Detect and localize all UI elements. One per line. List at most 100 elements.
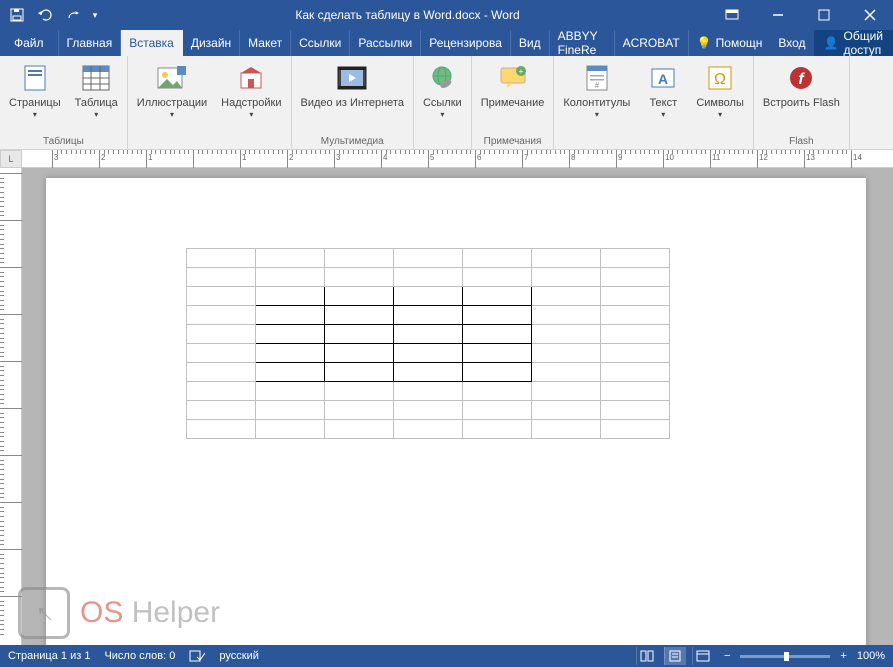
tab-home[interactable]: Главная [59,30,122,56]
share-button[interactable]: 👤Общий доступ [814,30,893,56]
table-cell[interactable] [601,363,670,382]
tab-design[interactable]: Дизайн [183,30,240,56]
table-cell[interactable] [256,344,325,363]
table-cell[interactable] [256,401,325,420]
table-cell[interactable] [532,420,601,439]
table-cell[interactable] [325,249,394,268]
table-cell[interactable] [463,249,532,268]
table-cell[interactable] [394,325,463,344]
status-language[interactable]: русский [219,650,258,662]
table-cell[interactable] [601,306,670,325]
table-cell[interactable] [256,268,325,287]
table-cell[interactable] [532,325,601,344]
table-cell[interactable] [394,306,463,325]
table-cell[interactable] [325,420,394,439]
links-button[interactable]: Ссылки▾ [417,58,468,123]
document-page[interactable] [46,178,866,645]
table-cell[interactable] [187,382,256,401]
table-cell[interactable] [463,401,532,420]
table-cell[interactable] [532,382,601,401]
table-cell[interactable] [325,306,394,325]
tab-acrobat[interactable]: ACROBAT [615,30,689,56]
table-cell[interactable] [187,363,256,382]
zoom-in-button[interactable]: + [836,650,850,662]
table-cell[interactable] [601,287,670,306]
table-cell[interactable] [532,344,601,363]
document-workspace[interactable] [22,168,893,645]
table-cell[interactable] [187,344,256,363]
table-cell[interactable] [187,325,256,344]
table-cell[interactable] [463,363,532,382]
tab-references[interactable]: Ссылки [291,30,350,56]
table-cell[interactable] [394,401,463,420]
table-cell[interactable] [394,249,463,268]
table-cell[interactable] [325,363,394,382]
zoom-slider[interactable] [740,655,830,658]
table-cell[interactable] [601,344,670,363]
table-cell[interactable] [394,287,463,306]
spellcheck-icon[interactable] [189,649,205,663]
table-cell[interactable] [463,344,532,363]
status-page[interactable]: Страница 1 из 1 [8,650,90,662]
tab-file[interactable]: Файл [0,30,59,56]
table-cell[interactable] [532,306,601,325]
headers-footers-button[interactable]: #Колонтитулы▾ [557,58,636,123]
table-cell[interactable] [601,401,670,420]
table-cell[interactable] [601,325,670,344]
flash-button[interactable]: fВстроить Flash [757,58,846,113]
qa-customize-icon[interactable]: ▾ [88,2,102,28]
status-word-count[interactable]: Число слов: 0 [104,650,175,662]
tab-review[interactable]: Рецензирова [421,30,511,56]
table-cell[interactable] [325,401,394,420]
vertical-ruler[interactable] [0,168,22,645]
undo-button[interactable] [32,2,58,28]
table-cell[interactable] [463,420,532,439]
tab-view[interactable]: Вид [511,30,550,56]
table-cell[interactable] [256,249,325,268]
horizontal-ruler[interactable]: 3211234567891011121314 [22,150,893,168]
table-cell[interactable] [187,268,256,287]
minimize-button[interactable] [755,0,801,30]
table-cell[interactable] [601,420,670,439]
tab-insert[interactable]: Вставка [121,30,183,56]
table-cell[interactable] [601,268,670,287]
table-cell[interactable] [325,344,394,363]
online-video-button[interactable]: Видео из Интернета [295,58,410,113]
zoom-out-button[interactable]: − [720,650,734,662]
save-button[interactable] [4,2,30,28]
table-cell[interactable] [463,306,532,325]
table-cell[interactable] [532,401,601,420]
table-cell[interactable] [187,287,256,306]
web-layout-icon[interactable] [692,647,714,665]
table-cell[interactable] [256,325,325,344]
sign-in[interactable]: Вход [770,30,813,56]
table-cell[interactable] [187,401,256,420]
table-cell[interactable] [601,382,670,401]
ribbon-display-icon[interactable] [709,0,755,30]
table-cell[interactable] [463,268,532,287]
comment-button[interactable]: +Примечание [475,58,551,113]
table-cell[interactable] [532,363,601,382]
table-cell[interactable] [532,287,601,306]
table-cell[interactable] [394,363,463,382]
table-cell[interactable] [394,420,463,439]
table-cell[interactable] [532,268,601,287]
text-button[interactable]: AТекст▾ [638,58,688,123]
table-cell[interactable] [601,249,670,268]
table-cell[interactable] [394,268,463,287]
ruler-corner[interactable]: L [0,150,22,168]
table-cell[interactable] [187,420,256,439]
pages-button[interactable]: Страницы▾ [3,58,67,123]
table-cell[interactable] [325,287,394,306]
table-cell[interactable] [325,325,394,344]
table-cell[interactable] [256,382,325,401]
table-cell[interactable] [463,325,532,344]
table-cell[interactable] [463,287,532,306]
read-mode-icon[interactable] [636,647,658,665]
table-cell[interactable] [325,268,394,287]
print-layout-icon[interactable] [664,647,686,665]
table-cell[interactable] [187,249,256,268]
table-cell[interactable] [187,306,256,325]
table-cell[interactable] [256,306,325,325]
table-cell[interactable] [256,287,325,306]
